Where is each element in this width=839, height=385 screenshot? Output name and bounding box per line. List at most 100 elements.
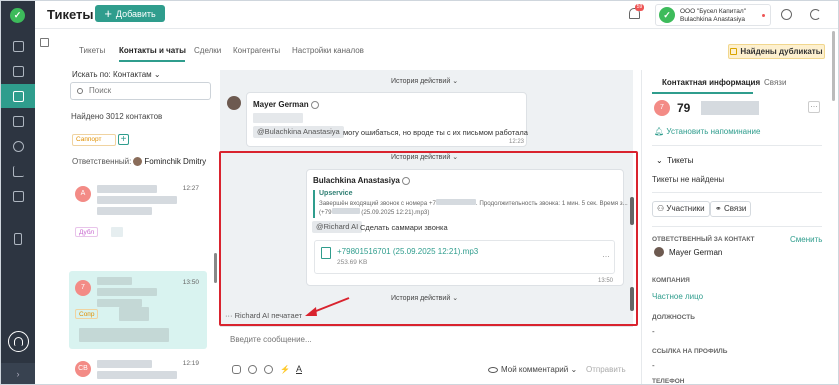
sidebar: ✓ › [1, 1, 35, 384]
duplicates-button[interactable]: Найдены дубликаты [728, 44, 825, 59]
org-avatar: ✓ [659, 7, 675, 23]
chevron-down-icon: ⌄ [452, 78, 459, 85]
chevron-down-icon: ⌄ [153, 70, 161, 79]
owner-label: ОТВЕТСТВЕННЫЙ ЗА КОНТАКТ [652, 236, 755, 243]
contact-name: 79 [677, 101, 691, 115]
change-owner-link[interactable]: Сменить [790, 235, 822, 244]
chevron-down-icon: ⌄ [570, 365, 578, 374]
app-window: ✓ › Тикеты + Добавить 59 ✓ ООО "Бусел Кап… [0, 0, 839, 385]
org-name: ООО "Бусел Капитал" [680, 8, 746, 15]
chevron-down-icon: ⌄ [656, 156, 663, 165]
search-icon [77, 88, 83, 94]
card-tag: Сопр [75, 309, 99, 319]
message-time: 12:23 [509, 139, 525, 145]
participants-button[interactable]: ⚇ Участники [652, 201, 710, 217]
phone-icon[interactable] [1, 227, 35, 251]
sidebar-expand-button[interactable]: › [1, 363, 35, 384]
active-tab-indicator [652, 92, 753, 94]
list-scrollbar[interactable] [214, 253, 217, 283]
tab-contacts-chats[interactable]: Контакты и чаты [119, 46, 186, 55]
hidden-eye-icon [310, 100, 319, 109]
eye-icon [488, 366, 498, 373]
text-format-icon[interactable]: A [296, 365, 305, 374]
avatar: СВ [75, 361, 91, 377]
attach-icon[interactable] [232, 365, 241, 374]
tag-support[interactable]: Саппорт [72, 134, 116, 146]
folder-icon[interactable] [1, 184, 35, 208]
copy-icon[interactable] [1, 59, 35, 83]
active-tab-indicator [119, 60, 185, 62]
book-icon[interactable] [1, 109, 35, 133]
tab-counterparties[interactable]: Контрагенты [233, 46, 280, 55]
tickets-section-toggle[interactable]: ⌄ Тикеты [656, 156, 693, 165]
topbar: Тикеты + Добавить 59 ✓ ООО "Бусел Капитал… [35, 1, 838, 29]
contact-card[interactable]: А 12:27 Дубл [69, 177, 207, 242]
mention-tag[interactable]: @Bulachkina Anastasiya [253, 126, 344, 138]
card-tag: Дубл [75, 227, 99, 237]
headset-icon[interactable] [8, 331, 29, 352]
bell-icon: 🔔︎ [654, 127, 665, 136]
logout-icon[interactable] [810, 9, 821, 20]
tab-links[interactable]: Связи [764, 78, 786, 87]
account-switcher[interactable]: ✓ ООО "Бусел Капитал" Bulachkina Anastas… [655, 4, 771, 26]
search-scope-label: Искать по: Контактам [72, 70, 152, 79]
composer: ⚡ A Мой комментарий ⌄ Отправить [220, 326, 633, 384]
emoji-icon[interactable] [264, 365, 273, 374]
duplicates-label: Найдены дубликаты [740, 47, 823, 56]
search-field[interactable] [70, 82, 211, 100]
grid-icon[interactable] [1, 34, 35, 58]
comment-mode-label: Мой комментарий [501, 365, 569, 374]
phone-label: ТЕЛЕФОН [652, 378, 685, 385]
redacted-block [701, 101, 759, 115]
avatar: 7 [654, 100, 670, 116]
responsible-label: Ответственный: [72, 157, 132, 166]
contact-card[interactable]: СВ 12:19 [69, 356, 207, 384]
tab-channel-settings[interactable]: Настройки каналов [292, 46, 364, 55]
contact-panel: Контактная информация Связи 7 79 … 🔔︎ Ус… [641, 70, 838, 385]
ticket-icon[interactable] [1, 84, 35, 108]
tab-contact-info[interactable]: Контактная информация [662, 78, 760, 87]
search-input[interactable] [89, 86, 199, 95]
responsible-name: Fominchik Dmitry [144, 157, 207, 166]
plus-icon: + [104, 5, 112, 21]
contact-card-selected[interactable]: 7 13:50 Сопр [69, 271, 207, 349]
responsible-filter[interactable]: Ответственный: Fominchik Dmitry [72, 157, 207, 167]
avatar [654, 247, 664, 257]
send-button[interactable]: Отправить [586, 365, 626, 374]
chart-icon[interactable] [1, 159, 35, 183]
card-time: 13:50 [182, 279, 199, 286]
message-author: Mayer German [253, 100, 319, 109]
links-button[interactable]: ⚭ Связи [710, 201, 752, 217]
profile-link-value: - [652, 361, 655, 370]
notification-badge: 59 [635, 4, 644, 11]
search-scope-dropdown[interactable]: Искать по: Контактам ⌄ [72, 70, 161, 79]
page-title: Тикеты [47, 7, 94, 22]
logo-icon: ✓ [10, 8, 25, 23]
message-input[interactable] [230, 335, 610, 344]
tab-tickets[interactable]: Тикеты [79, 46, 105, 55]
avatar: А [75, 186, 91, 202]
arrow-annotation [305, 297, 350, 316]
gear-icon[interactable] [781, 9, 792, 20]
warning-icon [730, 48, 738, 55]
history-toggle[interactable]: История действий ⌄ [391, 77, 458, 85]
message-text: могу ошибаться, но вроде ты с их письмом… [343, 128, 528, 137]
avatar: 7 [75, 280, 91, 296]
status-dot [762, 14, 765, 17]
position-value: - [652, 327, 655, 336]
link-icon: ⚭ [715, 204, 722, 213]
at-icon[interactable] [248, 365, 257, 374]
panel-scrollbar[interactable] [832, 31, 835, 101]
comment-mode-dropdown[interactable]: Мой комментарий ⌄ [488, 365, 577, 374]
owner-name: Mayer German [669, 248, 723, 257]
users-icon[interactable] [1, 134, 35, 158]
company-link[interactable]: Частное лицо [652, 292, 703, 301]
lightning-icon[interactable]: ⚡ [280, 365, 290, 374]
tab-deals[interactable]: Сделки [194, 46, 221, 55]
filter-icon[interactable] [40, 38, 49, 47]
more-icon[interactable]: … [808, 101, 820, 113]
highlight-box [219, 151, 638, 326]
found-count: Найдено 3012 контактов [71, 112, 163, 121]
add-tag-button[interactable]: + [118, 134, 129, 145]
add-button[interactable]: + Добавить [95, 5, 165, 22]
